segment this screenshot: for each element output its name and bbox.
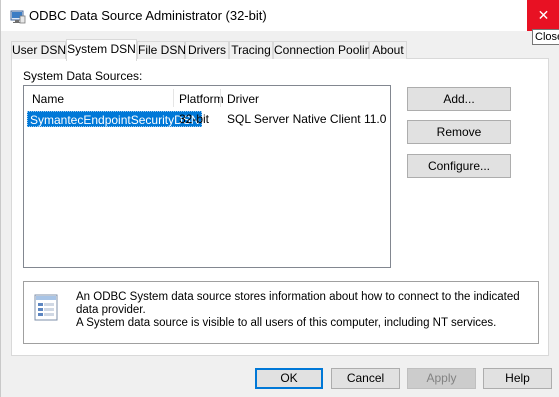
close-icon: ✕ bbox=[537, 7, 550, 23]
ok-button[interactable]: OK bbox=[255, 368, 323, 389]
title-bar[interactable]: ODBC Data Source Administrator (32-bit) … bbox=[1, 0, 559, 31]
column-header-driver[interactable]: Driver bbox=[227, 92, 259, 106]
tab-system-dsn[interactable]: System DSN bbox=[66, 39, 137, 61]
info-text-line-1: An ODBC System data source stores inform… bbox=[76, 291, 520, 316]
row-cell-platform[interactable]: 32-bit bbox=[179, 111, 209, 127]
tab-about[interactable]: About bbox=[369, 41, 407, 59]
close-button[interactable]: ✕ bbox=[527, 0, 559, 31]
database-info-icon bbox=[34, 294, 60, 322]
cancel-button[interactable]: Cancel bbox=[331, 368, 400, 389]
remove-button[interactable]: Remove bbox=[407, 120, 511, 144]
row-cell-driver[interactable]: SQL Server Native Client 11.0 bbox=[227, 111, 386, 127]
dsn-list[interactable]: Name Platform Driver SymantecEndpointSec… bbox=[23, 85, 391, 268]
tab-connection-pooling[interactable]: Connection Pooling bbox=[273, 41, 378, 59]
info-text: An ODBC System data source stores inform… bbox=[76, 291, 536, 330]
row-cell-name[interactable]: SymantecEndpointSecurityDSN bbox=[27, 111, 203, 127]
system-data-sources-label: System Data Sources: bbox=[23, 69, 143, 83]
window-title: ODBC Data Source Administrator (32-bit) bbox=[29, 8, 267, 23]
column-separator[interactable] bbox=[173, 89, 174, 107]
column-header-platform[interactable]: Platform bbox=[179, 92, 224, 106]
tab-file-dsn[interactable]: File DSN bbox=[137, 41, 186, 59]
help-button[interactable]: Help bbox=[483, 368, 552, 389]
tab-tracing[interactable]: Tracing bbox=[229, 41, 273, 59]
configure-button[interactable]: Configure... bbox=[407, 154, 511, 178]
close-tooltip: Close bbox=[532, 29, 559, 45]
tab-drivers[interactable]: Drivers bbox=[185, 41, 229, 59]
apply-button[interactable]: Apply bbox=[407, 368, 476, 389]
column-separator[interactable] bbox=[220, 89, 221, 107]
tab-user-dsn[interactable]: User DSN bbox=[11, 41, 66, 59]
odbc-admin-icon bbox=[10, 8, 26, 24]
info-box: An ODBC System data source stores inform… bbox=[23, 281, 539, 344]
odbc-admin-window: ODBC Data Source Administrator (32-bit) … bbox=[0, 0, 559, 397]
add-button[interactable]: Add... bbox=[407, 87, 511, 111]
info-text-line-2: A System data source is visible to all u… bbox=[76, 317, 497, 329]
column-header-name[interactable]: Name bbox=[32, 92, 64, 106]
